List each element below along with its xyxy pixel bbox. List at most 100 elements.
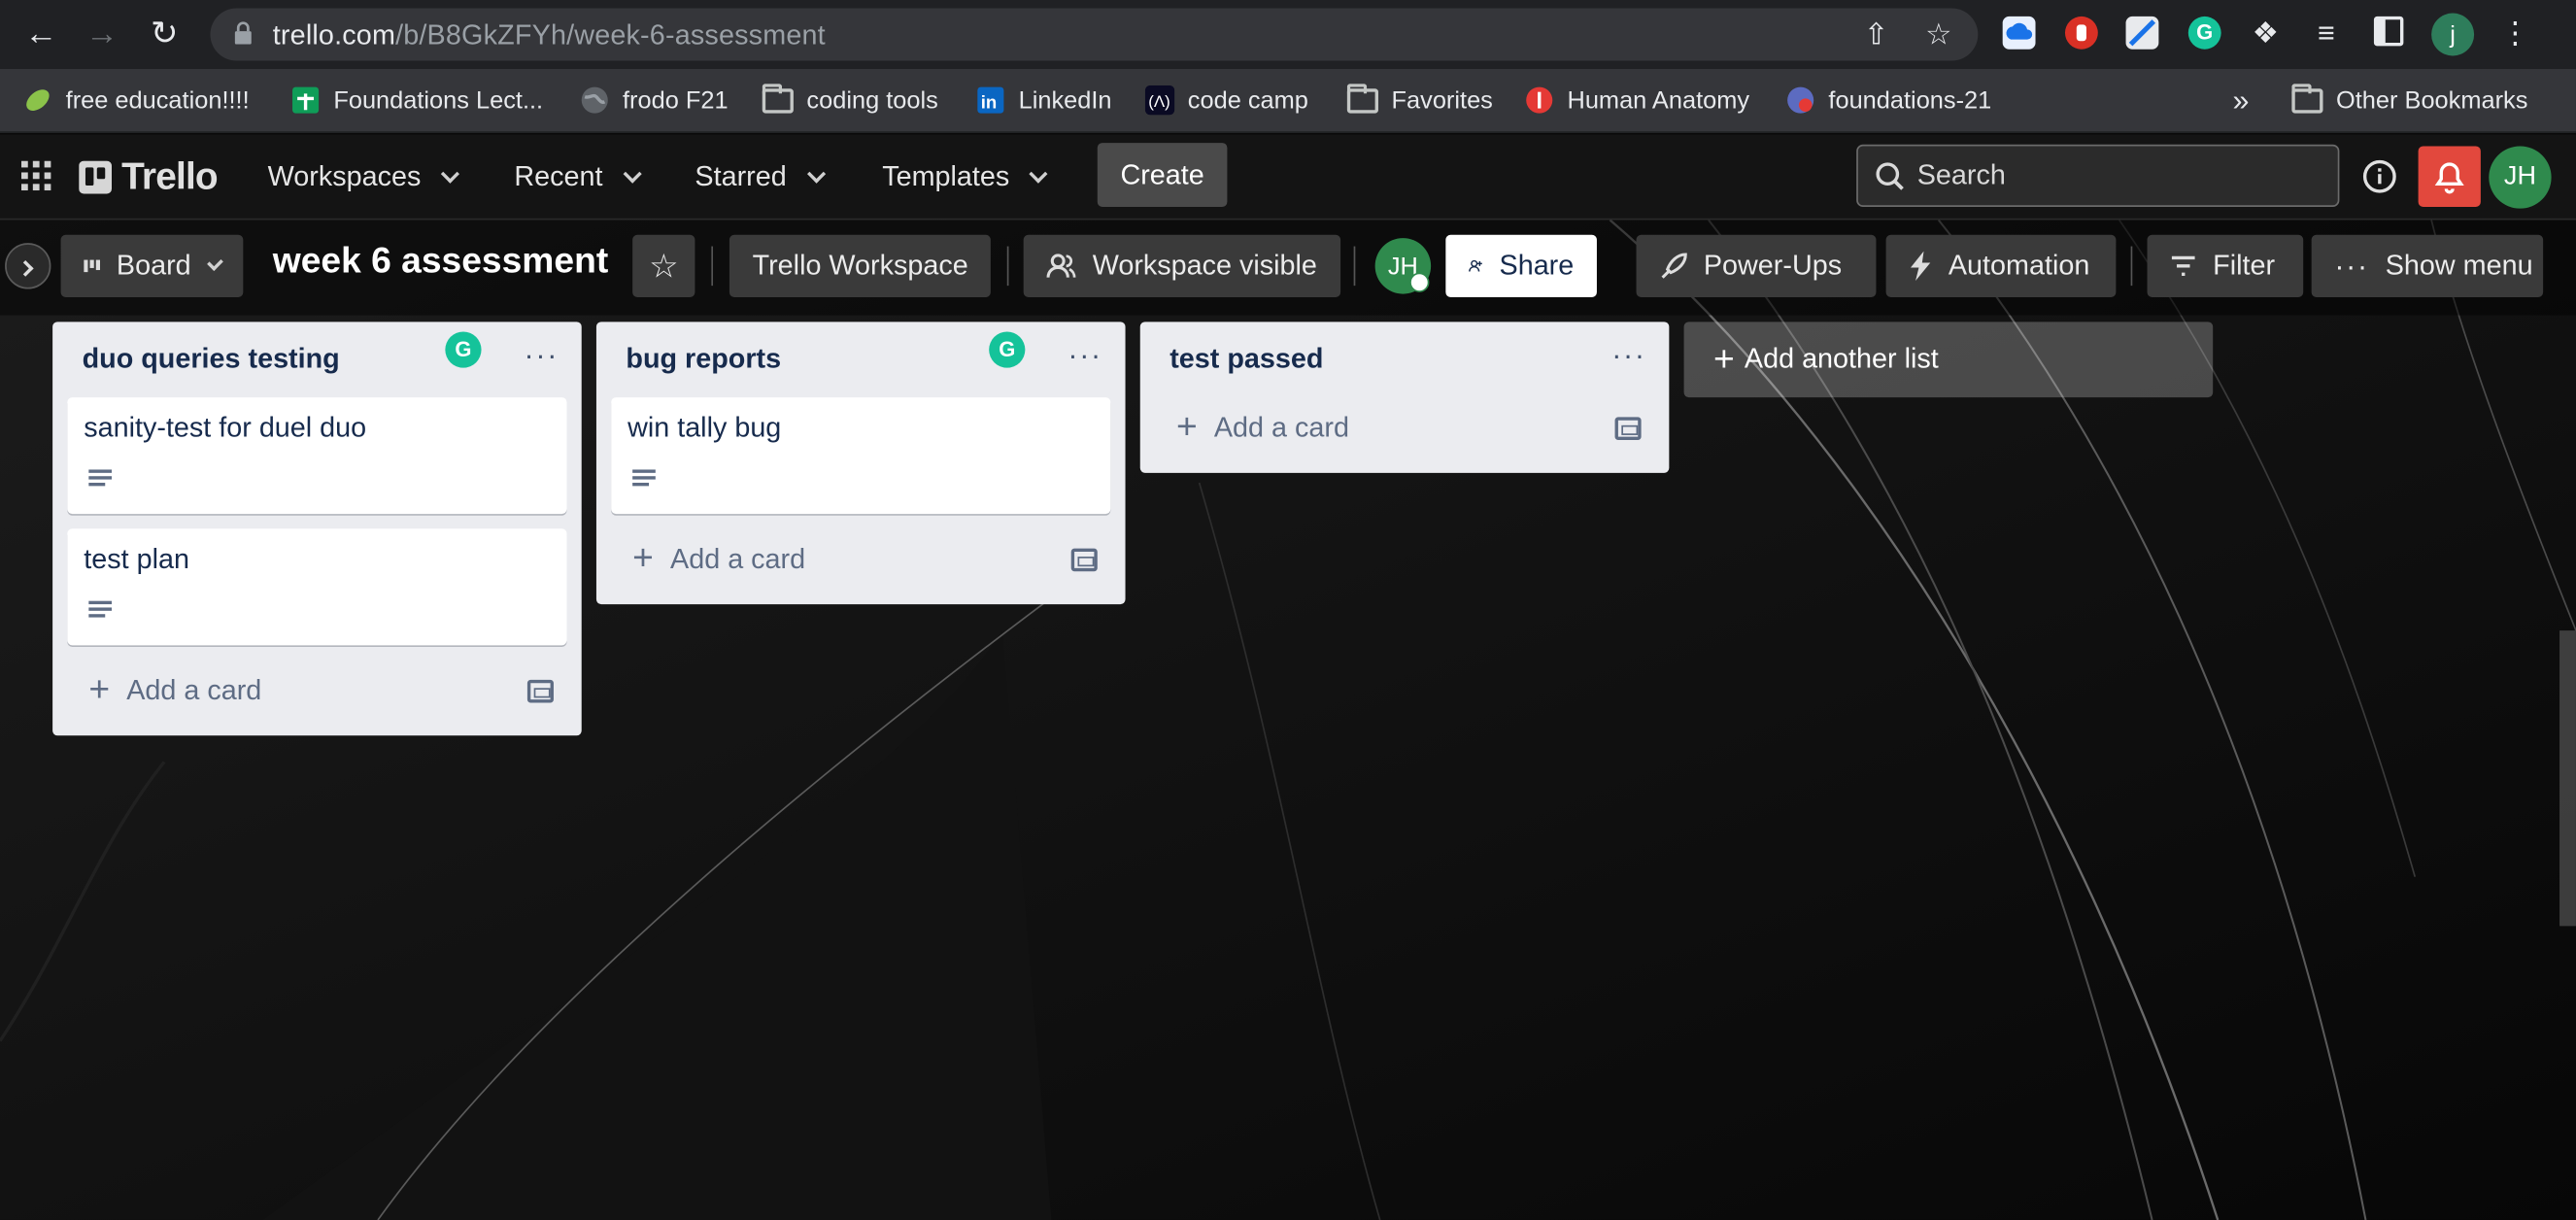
cloud-extension-icon[interactable] <box>2002 16 2036 50</box>
bookmark-frodo-f21[interactable]: frodo F21 <box>580 83 729 119</box>
search-input[interactable]: Search <box>1856 144 2340 207</box>
forward-button[interactable]: → <box>81 14 123 56</box>
add-card-button[interactable]: + Add a card <box>52 661 582 727</box>
nav-workspaces[interactable]: Workspaces <box>254 152 470 204</box>
svg-text:in: in <box>981 92 998 113</box>
side-panel-icon[interactable] <box>2373 16 2404 47</box>
divider <box>1353 246 1356 287</box>
add-another-list-button[interactable]: + Add another list <box>1683 322 2214 398</box>
description-icon <box>88 600 113 621</box>
list-menu-button[interactable]: ··· <box>1068 338 1102 372</box>
card-template-icon[interactable] <box>1070 548 1098 572</box>
share-button[interactable]: Share <box>1445 234 1597 297</box>
app-switcher-icon[interactable] <box>20 160 51 191</box>
card-title: win tally bug <box>627 412 782 444</box>
profile-avatar[interactable]: j <box>2431 13 2475 56</box>
description-icon <box>632 469 656 489</box>
nav-recent[interactable]: Recent <box>501 152 652 204</box>
people-icon <box>1046 254 1076 278</box>
card-template-icon[interactable] <box>1614 417 1642 441</box>
app-icon <box>1787 86 1814 114</box>
add-card-button[interactable]: + Add a card <box>596 528 1126 594</box>
add-card-button[interactable]: + Add a card <box>1140 397 1670 463</box>
list-header: test passed ··· <box>1140 322 1670 397</box>
board-view-icon <box>84 259 101 273</box>
plus-icon: + <box>1713 338 1735 380</box>
more-icon: ··· <box>2334 249 2369 282</box>
filter-icon <box>2171 255 2195 276</box>
bookmark-code-camp[interactable]: (Λ) code camp <box>1144 83 1308 119</box>
reading-list-icon[interactable]: ≡ <box>2310 17 2343 50</box>
list-title[interactable]: bug reports <box>626 343 781 376</box>
grammarly-icon[interactable]: G <box>989 331 1026 368</box>
info-icon[interactable] <box>2362 159 2397 193</box>
star-board-button[interactable]: ☆ <box>632 234 695 297</box>
chrome-menu-icon[interactable]: ⋮ <box>2498 17 2531 50</box>
user-avatar[interactable]: JH <box>2489 146 2552 209</box>
bookmark-foundations-lect[interactable]: Foundations Lect... <box>290 83 543 119</box>
svg-text:(Λ): (Λ) <box>1148 92 1170 111</box>
filter-button[interactable]: Filter <box>2147 234 2304 297</box>
grammarly-extension-icon[interactable]: G <box>2187 16 2221 50</box>
list-test-passed: test passed ··· + Add a card <box>1139 322 1670 473</box>
board-title[interactable]: week 6 assessment <box>273 240 608 283</box>
nav-starred[interactable]: Starred <box>682 152 836 204</box>
bookmark-other-bookmarks[interactable]: Other Bookmarks <box>2291 83 2527 119</box>
trello-logo[interactable]: Trello <box>79 154 219 199</box>
list-menu-button[interactable]: ··· <box>1611 338 1645 372</box>
bookmark-human-anatomy[interactable]: Human Anatomy <box>1525 83 1749 119</box>
bookmarks-overflow-button[interactable]: » <box>2232 83 2249 119</box>
card[interactable]: test plan <box>67 528 567 646</box>
anatomy-icon <box>1526 86 1553 114</box>
board-view-switcher[interactable]: Board <box>60 234 244 297</box>
bookmark-linkedin[interactable]: in LinkedIn <box>976 83 1112 119</box>
card[interactable]: sanity-test for duel duo <box>67 397 567 515</box>
search-icon <box>1876 162 1904 190</box>
power-ups-button[interactable]: Power-Ups <box>1636 234 1877 297</box>
bookmark-foundations-21[interactable]: foundations-21 <box>1785 83 1991 119</box>
bookmark-favorites[interactable]: Favorites <box>1346 83 1493 119</box>
linkedin-icon: in <box>977 86 1004 114</box>
sidebar-expand-button[interactable] <box>5 243 51 289</box>
sheets-icon <box>292 86 320 114</box>
plus-icon: + <box>88 667 111 710</box>
url-text: trello.com/b/B8GkZFYh/week-6-assessment <box>272 19 826 51</box>
extensions-puzzle-icon[interactable]: ❖ <box>2249 17 2282 50</box>
reload-button[interactable]: ↻ <box>143 14 186 56</box>
bookmark-free-education[interactable]: free education!!!! <box>23 83 250 119</box>
create-button[interactable]: Create <box>1097 143 1228 207</box>
folder-icon <box>2291 83 2323 113</box>
chevron-down-icon <box>207 254 224 270</box>
drawing-extension-icon[interactable] <box>2125 16 2159 50</box>
divider <box>711 246 714 287</box>
add-person-icon <box>1469 259 1482 272</box>
freecodecamp-icon: (Λ) <box>1144 85 1175 116</box>
visibility-button[interactable]: Workspace visible <box>1023 234 1340 297</box>
list-bug-reports: bug reports G ··· win tally bug + Add a … <box>595 322 1126 605</box>
list-title[interactable]: test passed <box>1169 343 1323 376</box>
notifications-button[interactable] <box>2418 146 2481 207</box>
adblock-extension-icon[interactable] <box>2064 16 2098 50</box>
grammarly-icon[interactable]: G <box>445 331 482 368</box>
divider <box>2130 246 2133 287</box>
nav-templates[interactable]: Templates <box>869 152 1059 204</box>
card[interactable]: win tally bug <box>611 397 1111 515</box>
share-icon[interactable]: ⇧ <box>1860 18 1893 51</box>
bookmark-coding-tools[interactable]: coding tools <box>762 83 938 119</box>
chevron-down-icon <box>1030 163 1049 183</box>
workspace-button[interactable]: Trello Workspace <box>729 234 992 297</box>
list-menu-button[interactable]: ··· <box>525 338 559 372</box>
card-title: test plan <box>84 543 189 575</box>
show-menu-button[interactable]: ··· Show menu <box>2311 234 2544 297</box>
automation-button[interactable]: Automation <box>1885 234 2117 297</box>
card-template-icon[interactable] <box>526 679 554 703</box>
star-icon[interactable]: ☆ <box>1922 18 1955 51</box>
plus-icon: + <box>632 536 654 579</box>
lightning-icon <box>1910 251 1931 282</box>
chevron-down-icon <box>441 163 460 183</box>
list-duo-queries-testing: duo queries testing G ··· sanity-test fo… <box>52 322 582 736</box>
address-bar[interactable]: trello.com/b/B8GkZFYh/week-6-assessment … <box>210 8 1979 61</box>
list-header: bug reports G ··· <box>596 322 1126 397</box>
list-title[interactable]: duo queries testing <box>83 343 340 376</box>
back-button[interactable]: ← <box>19 14 62 56</box>
